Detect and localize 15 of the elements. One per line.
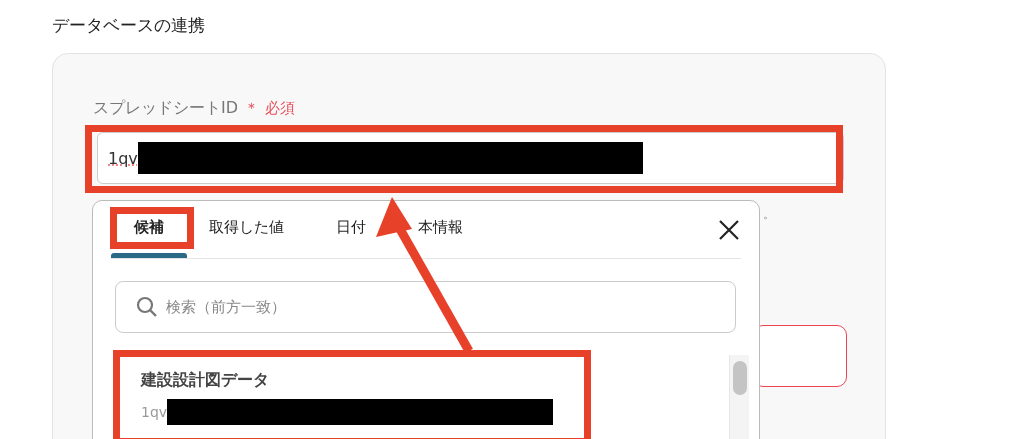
hint-text: 。 (763, 206, 775, 223)
required-mark: ＊ (244, 98, 260, 118)
input-field[interactable]: 1qv (97, 132, 844, 184)
field-label: スプレッドシートID (93, 97, 239, 119)
close-icon[interactable] (717, 218, 741, 242)
tab[interactable]: 日付 (336, 216, 366, 238)
tab[interactable]: 取得した値 (209, 216, 284, 238)
search-field[interactable]: 検索（前方一致） (115, 281, 736, 333)
tab[interactable]: 候補 (134, 216, 164, 238)
search-icon (136, 296, 158, 318)
list-item[interactable]: 建設設計図データ 1qv (123, 360, 578, 439)
section-title: データベースの連携 (52, 14, 206, 37)
scrollbar[interactable] (729, 355, 749, 439)
tab[interactable]: 本情報 (418, 216, 463, 238)
required-text: 必須 (265, 98, 296, 118)
